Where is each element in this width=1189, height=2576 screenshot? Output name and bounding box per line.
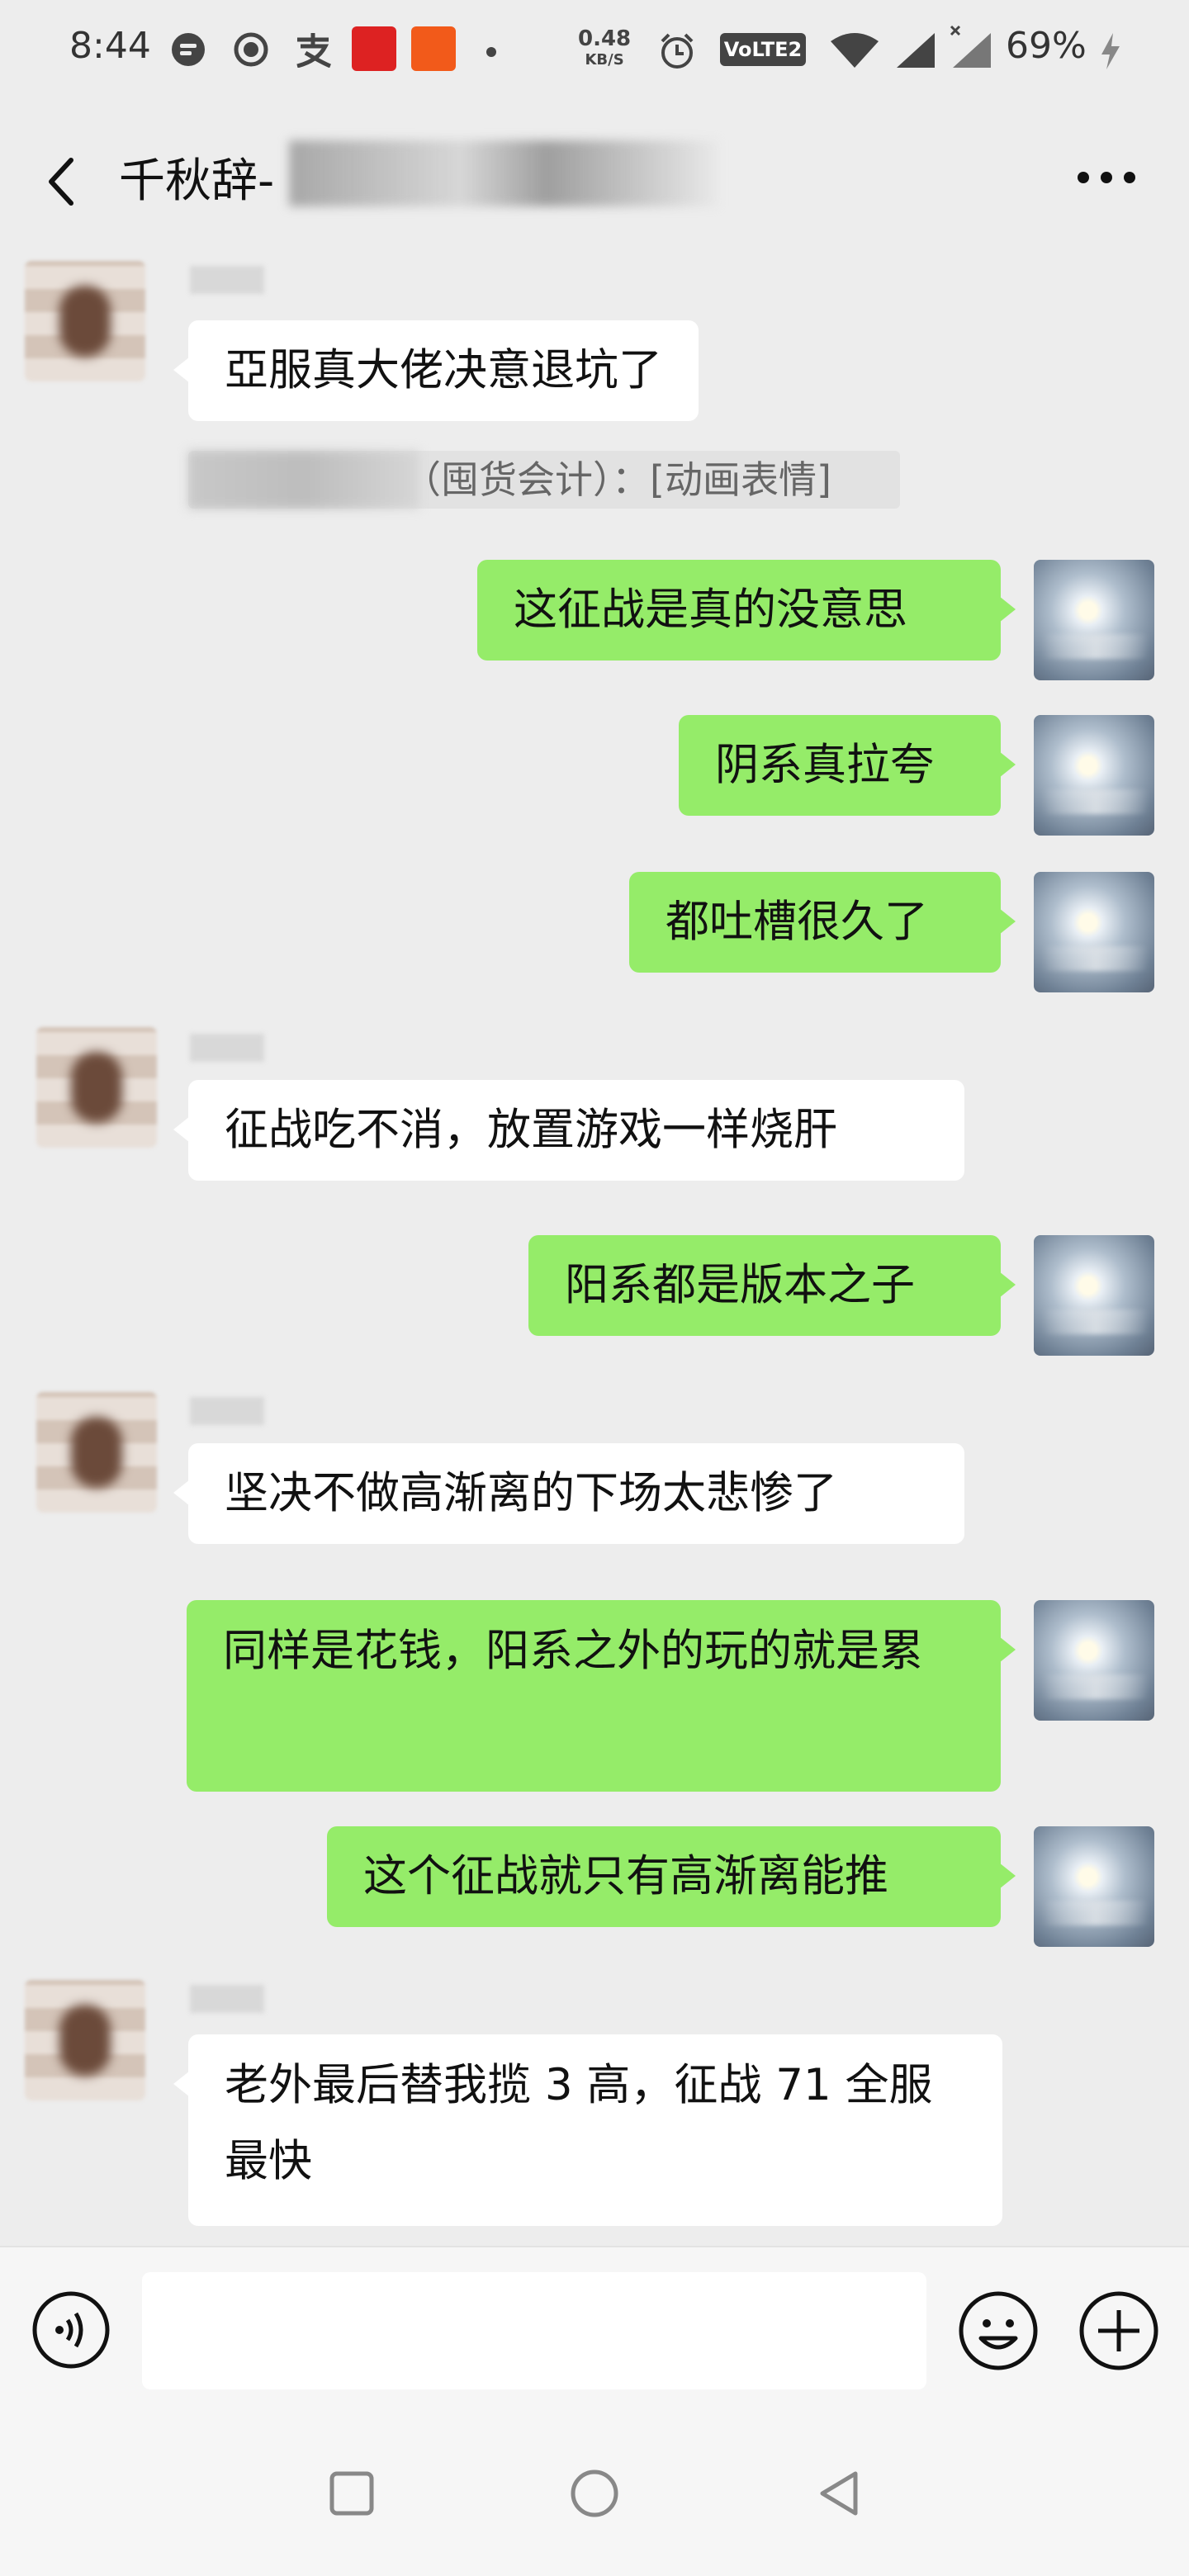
message-input[interactable] — [142, 2272, 926, 2389]
quoted-message[interactable]: （囤货会计）：[动画表情] — [188, 451, 900, 509]
sender-name — [190, 266, 264, 294]
avatar[interactable] — [1034, 1235, 1154, 1356]
avatar[interactable] — [1034, 715, 1154, 836]
signal-icon — [897, 33, 935, 68]
message-bubble-incoming[interactable]: 坚决不做高渐离的下场太悲惨了 — [173, 1443, 964, 1544]
emoji-icon[interactable] — [958, 2290, 1039, 2371]
avatar[interactable] — [1034, 872, 1154, 992]
status-time: 8:44 — [69, 25, 151, 67]
sender-name — [190, 1985, 264, 2013]
avatar[interactable] — [1034, 560, 1154, 680]
sender-name — [190, 1034, 264, 1062]
avatar[interactable] — [36, 1392, 157, 1513]
message-bubble-incoming[interactable]: 征战吃不消，放置游戏一样烧肝 — [173, 1080, 964, 1181]
network-speed: 0.48 KB/S — [578, 26, 632, 69]
avatar[interactable] — [1034, 1600, 1154, 1721]
status-bar: 8:44 0.48 KB/S VoLTE2 69% — [0, 0, 1189, 107]
chat-header: 千秋辞- — [0, 107, 1189, 248]
plus-icon[interactable] — [1078, 2290, 1159, 2371]
message-bubble-outgoing[interactable]: 阳系都是版本之子 — [528, 1235, 1016, 1336]
avatar[interactable] — [1034, 1826, 1154, 1947]
avatar[interactable] — [25, 261, 145, 381]
message-bubble-outgoing[interactable]: 阴系真拉夸 — [679, 715, 1016, 816]
redacted-title — [289, 140, 718, 206]
chat-messages[interactable]: 亞服真大佬决意退坑了 （囤货会计）：[动画表情] 这征战是真的没意思 阴系真拉夸… — [0, 248, 1189, 2246]
sender-name — [190, 1397, 264, 1425]
charging-icon — [1101, 33, 1120, 69]
home-circle-icon[interactable] — [568, 2467, 621, 2520]
alarm-icon — [661, 33, 694, 69]
volte-badge: VoLTE2 — [720, 33, 806, 66]
more-dots-icon[interactable] — [1073, 165, 1139, 190]
signal-x-icon — [950, 25, 991, 68]
avatar[interactable] — [25, 1980, 145, 2100]
message-bubble-incoming[interactable]: 老外最后替我揽 3 高，征战 71 全服最快 — [173, 2034, 1002, 2226]
recents-square-icon[interactable] — [325, 2467, 378, 2520]
voice-icon[interactable] — [31, 2290, 111, 2370]
message-bubble-outgoing[interactable]: 都吐槽很久了 — [629, 872, 1016, 973]
system-nav-bar — [0, 2411, 1189, 2576]
youdao-icon — [352, 26, 396, 71]
input-bar — [0, 2246, 1189, 2413]
dot-icon — [486, 47, 496, 57]
chat-title[interactable]: 千秋辞- — [119, 144, 274, 211]
wifi-icon — [831, 33, 879, 68]
chevron-left-icon[interactable] — [33, 149, 91, 215]
back-triangle-icon[interactable] — [814, 2467, 867, 2520]
avatar[interactable] — [36, 1027, 157, 1148]
redacted-quote-sender — [188, 451, 419, 509]
message-bubble-outgoing[interactable]: 这个征战就只有高渐离能推 — [327, 1826, 1016, 1927]
message-bubble-incoming[interactable]: 亞服真大佬决意退坑了 — [173, 320, 699, 421]
alipay-icon — [296, 33, 331, 68]
message-bubble-outgoing[interactable]: 这征战是真的没意思 — [477, 560, 1016, 661]
message-bubble-outgoing[interactable]: 同样是花钱，阳系之外的玩的就是累 — [187, 1600, 1016, 1792]
app-icon — [411, 26, 456, 71]
message-bubble-icon — [172, 33, 205, 66]
record-icon — [234, 32, 268, 67]
battery-level: 69% — [1006, 25, 1087, 67]
quoted-text: （囤货会计）：[动画表情] — [403, 457, 831, 502]
